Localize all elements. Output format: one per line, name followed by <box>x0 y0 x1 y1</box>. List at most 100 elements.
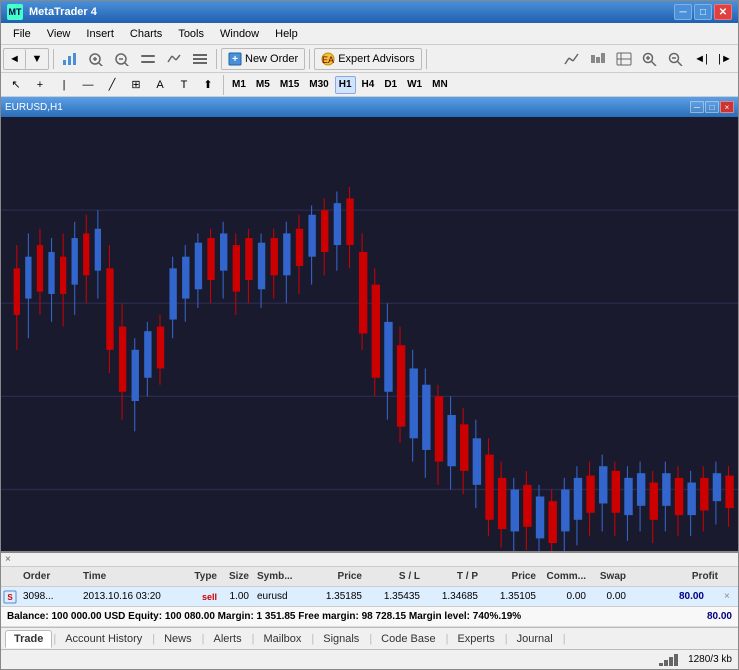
main-content: Terminal EURUSD,H1 ─ □ × <box>1 97 738 669</box>
table-header: Order Time Type Size Symb... Price S / L… <box>1 567 738 587</box>
tab-account-history[interactable]: Account History <box>56 630 151 648</box>
order-time: 2013.10.16 03:20 <box>79 591 189 602</box>
menu-tools[interactable]: Tools <box>170 26 212 42</box>
col-header-order: Order <box>19 571 79 582</box>
order-commission: 0.00 <box>540 591 590 602</box>
tab-mailbox[interactable]: Mailbox <box>254 630 310 648</box>
new-chart-button[interactable] <box>58 48 82 70</box>
cursor-tool[interactable]: ↖ <box>5 74 27 96</box>
sep5 <box>223 75 224 95</box>
main-window: MT MetaTrader 4 ─ □ ✕ File View Insert C… <box>0 0 739 670</box>
order-symbol: eurusd <box>253 591 308 602</box>
chart-titlebar-buttons: ─ □ × <box>690 101 734 113</box>
horizontal-line-tool[interactable]: — <box>77 74 99 96</box>
menu-charts[interactable]: Charts <box>122 26 170 42</box>
minimize-button[interactable]: ─ <box>674 4 692 20</box>
tab-news[interactable]: News <box>155 630 201 648</box>
timeframe-d1[interactable]: D1 <box>380 76 401 94</box>
back-button[interactable]: ◄| <box>690 48 712 70</box>
timeframe-m5[interactable]: M5 <box>252 76 274 94</box>
text2-tool[interactable]: T <box>173 74 195 96</box>
col-header-size: Size <box>221 571 253 582</box>
timeframe-w1[interactable]: W1 <box>403 76 426 94</box>
chart-wrapper: Terminal EURUSD,H1 ─ □ × <box>1 97 738 551</box>
menu-bar: File View Insert Charts Tools Window Hel… <box>1 23 738 45</box>
timeframe-m1[interactable]: M1 <box>228 76 250 94</box>
expert-advisors-button[interactable]: EA Expert Advisors <box>314 48 421 70</box>
signal-strength-icon <box>658 653 682 667</box>
nav-down-button[interactable]: ▼ <box>26 49 48 69</box>
chart-scroll-button[interactable] <box>136 48 160 70</box>
timeframe-h1[interactable]: H1 <box>335 76 356 94</box>
tab-signals[interactable]: Signals <box>314 630 368 648</box>
col-header-swap: Swap <box>590 571 630 582</box>
chart-zoom-out-button[interactable] <box>110 48 134 70</box>
object-tool[interactable]: ⊞ <box>125 74 147 96</box>
tab-code-base[interactable]: Code Base <box>372 630 444 648</box>
chart-titlebar: EURUSD,H1 ─ □ × <box>1 97 738 117</box>
title-bar: MT MetaTrader 4 ─ □ ✕ <box>1 1 738 23</box>
menu-window[interactable]: Window <box>212 26 267 42</box>
window-title: MetaTrader 4 <box>29 6 97 18</box>
timeframe-h4[interactable]: H4 <box>358 76 379 94</box>
col-header-type: Type <box>189 571 221 582</box>
trendline-tool[interactable]: ╱ <box>101 74 123 96</box>
col-header-comm: Comm... <box>540 571 590 582</box>
zoom-in-button2[interactable] <box>638 48 662 70</box>
col-header-tp: T / P <box>424 571 482 582</box>
order-current-price: 1.35105 <box>482 591 540 602</box>
chart-close-btn[interactable]: × <box>720 101 734 113</box>
app-icon: MT <box>7 4 23 20</box>
nav-left-button[interactable]: ◄ <box>4 49 26 69</box>
tab-alerts[interactable]: Alerts <box>204 630 250 648</box>
timeframe-m15[interactable]: M15 <box>276 76 303 94</box>
text-tool[interactable]: A <box>149 74 171 96</box>
tab-journal[interactable]: Journal <box>508 630 562 648</box>
vertical-line-tool[interactable]: | <box>53 74 75 96</box>
order-type: sell <box>189 592 221 602</box>
col-header-symbol: Symb... <box>253 571 308 582</box>
new-order-button[interactable]: + New Order <box>221 48 305 70</box>
zoom-out-button2[interactable] <box>664 48 688 70</box>
chart-props-button[interactable] <box>188 48 212 70</box>
new-order-label: New Order <box>245 53 298 65</box>
toolbar-main: ◄ ▼ + New Order EA <box>1 45 738 73</box>
order-size: 1.00 <box>221 591 253 602</box>
col-header-price2: Price <box>482 571 540 582</box>
timeframe-m30[interactable]: M30 <box>305 76 332 94</box>
order-type-icon: S <box>3 590 17 604</box>
arrow-tool[interactable]: ⬆ <box>197 74 219 96</box>
close-button[interactable]: ✕ <box>714 4 732 20</box>
svg-text:S: S <box>7 593 13 602</box>
order-number: 3098... <box>19 591 79 602</box>
title-bar-controls: ─ □ ✕ <box>674 4 732 20</box>
sep1 <box>53 49 54 69</box>
timeframe-mn[interactable]: MN <box>428 76 452 94</box>
menu-file[interactable]: File <box>5 26 39 42</box>
candlestick-chart[interactable] <box>1 117 738 551</box>
chart-zoom-in-button[interactable] <box>84 48 108 70</box>
maximize-button[interactable]: □ <box>694 4 712 20</box>
order-tp: 1.34685 <box>424 591 482 602</box>
menu-help[interactable]: Help <box>267 26 306 42</box>
chart-container[interactable]: EURUSD,H1 ─ □ × <box>1 97 738 551</box>
forward-button[interactable]: |► <box>714 48 736 70</box>
indicators-button[interactable] <box>560 48 584 70</box>
period-button[interactable] <box>612 48 636 70</box>
terminal-close-icon[interactable]: × <box>5 554 11 565</box>
menu-insert[interactable]: Insert <box>78 26 122 42</box>
tab-experts[interactable]: Experts <box>448 630 503 648</box>
toolbar-drawing: ↖ + | — ╱ ⊞ A T ⬆ M1 M5 M15 M30 H1 H4 D1… <box>1 73 738 97</box>
sep4 <box>426 49 427 69</box>
col-header-time: Time <box>79 571 189 582</box>
chart-type-button[interactable] <box>162 48 186 70</box>
menu-view[interactable]: View <box>39 26 79 42</box>
indicators2-button[interactable] <box>586 48 610 70</box>
col-header-price: Price <box>308 571 366 582</box>
sep2 <box>216 49 217 69</box>
chart-max-btn[interactable]: □ <box>705 101 719 113</box>
order-close-button[interactable]: × <box>724 591 738 602</box>
tab-trade[interactable]: Trade <box>5 630 52 648</box>
crosshair-tool[interactable]: + <box>29 74 51 96</box>
chart-min-btn[interactable]: ─ <box>690 101 704 113</box>
